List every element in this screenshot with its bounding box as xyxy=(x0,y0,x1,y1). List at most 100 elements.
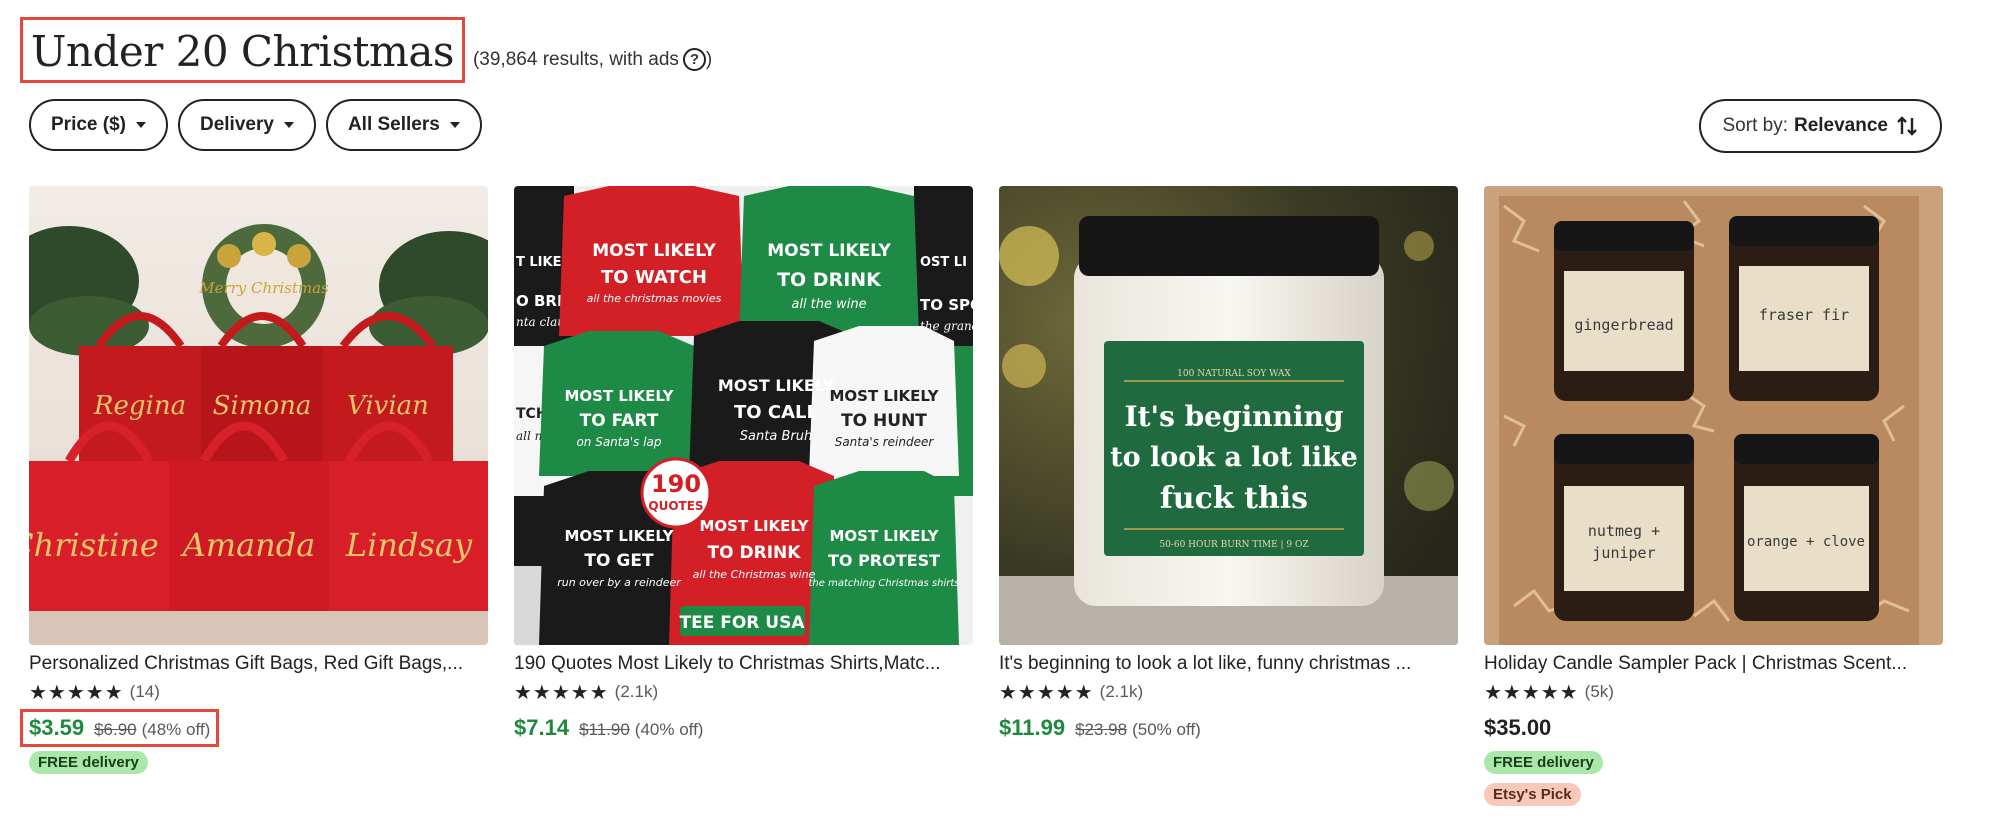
shirt-text: the matching Christmas shirts xyxy=(808,578,959,589)
shirt-text: TO GET xyxy=(584,551,654,571)
product-image[interactable]: T LIKELY O BRIBE nta claus TCH all night… xyxy=(514,186,973,645)
caret-down-icon xyxy=(449,122,460,128)
product-card[interactable]: 100 NATURAL SOY WAX It's beginning to lo… xyxy=(999,186,1458,806)
page-title: Under 20 Christmas xyxy=(31,27,454,76)
search-header: Under 20 Christmas (39,864 results, with… xyxy=(20,13,712,83)
candle-line-1: It's beginning xyxy=(1124,400,1343,433)
review-count: (2.1k) xyxy=(614,682,659,701)
shirt-text: TO SPO xyxy=(920,296,973,314)
sort-button[interactable]: Sort by: Relevance xyxy=(1698,99,1942,153)
shirt-text: MOST LIKELY xyxy=(592,241,716,261)
product-title[interactable]: Holiday Candle Sampler Pack | Christmas … xyxy=(1484,652,1943,676)
shirt-text: all the Christmas wine xyxy=(693,568,816,581)
results-close: ) xyxy=(705,48,713,70)
bag-name: Amanda xyxy=(180,526,316,564)
delivery-filter-label: Delivery xyxy=(199,114,274,135)
shirt-text: MOST LIKELY xyxy=(564,387,674,405)
original-price: $11.90 xyxy=(579,720,630,739)
product-image[interactable]: 100 NATURAL SOY WAX It's beginning to lo… xyxy=(999,186,1458,645)
candle-line-2: to look a lot like xyxy=(1110,442,1358,473)
jar-label: gingerbread xyxy=(1574,316,1673,334)
shirt-text: MOST LIKELY xyxy=(564,527,674,545)
caret-down-icon xyxy=(135,122,146,128)
sellers-filter-label: All Sellers xyxy=(347,114,440,135)
jar-label: fraser fir xyxy=(1759,306,1849,324)
product-image[interactable]: Merry Christmas Regina Simona Vivian hri… xyxy=(29,186,488,645)
price: $35.00 xyxy=(1484,715,1552,740)
star-rating-icon: ★★★★★ xyxy=(29,681,124,704)
product-rating: ★★★★★ (14) xyxy=(29,681,488,704)
bag-name: Christine xyxy=(29,526,159,564)
product-title[interactable]: It's beginning to look a lot like, funny… xyxy=(999,652,1458,676)
price-row: $11.99 $23.98 (50% off) xyxy=(990,709,1210,747)
star-rating-icon: ★★★★★ xyxy=(1484,681,1579,704)
jar-label: nutmeg + xyxy=(1588,522,1660,540)
shirt-text: MOST LIKELY xyxy=(767,241,891,261)
free-delivery-badge: FREE delivery xyxy=(1484,751,1603,774)
shirt-text: MOST LIKELY xyxy=(829,527,939,545)
jar-label: juniper xyxy=(1592,544,1655,562)
price-highlight-box: $3.59 $6.90 (48% off) xyxy=(20,709,220,747)
shirt-text: Santa Bruh xyxy=(740,429,812,444)
delivery-filter-button[interactable]: Delivery xyxy=(177,99,316,151)
bag-name: Lindsay xyxy=(345,526,473,564)
results-text: (39,864 results, with ads xyxy=(472,48,679,70)
price-filter-button[interactable]: Price ($) xyxy=(29,99,168,151)
help-icon[interactable]: ? xyxy=(682,48,706,71)
shirt-text: TO FART xyxy=(580,411,659,431)
brand-label: TEE FOR USA xyxy=(679,613,805,633)
discount-label: (48% off) xyxy=(141,720,211,739)
shirt-text: MOST LIKELY xyxy=(718,376,835,395)
shirt-text: TO DRINK xyxy=(708,543,802,563)
discount-label: (40% off) xyxy=(634,720,704,739)
shirt-text: on Santa's lap xyxy=(576,435,661,449)
shirt-text: TO HUNT xyxy=(841,411,927,431)
product-title[interactable]: 190 Quotes Most Likely to Christmas Shir… xyxy=(514,652,973,676)
shirt-text: run over by a reindeer xyxy=(557,576,682,589)
bag-name: Regina xyxy=(93,391,186,421)
product-rating: ★★★★★ (5k) xyxy=(1484,681,1943,704)
original-price: $23.98 xyxy=(1075,720,1128,739)
review-count: (14) xyxy=(129,682,160,701)
candle-line-3: fuck this xyxy=(1160,481,1308,516)
price-row: $7.14 $11.90 (40% off) xyxy=(505,709,712,747)
shirt-text: TO DRINK xyxy=(777,269,882,291)
quotes-badge-number: 190 xyxy=(651,470,701,498)
bag-name: Vivian xyxy=(347,391,429,421)
product-card[interactable]: Merry Christmas Regina Simona Vivian hri… xyxy=(20,186,488,806)
shirt-text: all the wine xyxy=(791,297,866,312)
shirt-text: TO WATCH xyxy=(601,267,707,288)
shirt-text: TO CALL xyxy=(734,402,818,423)
sort-value: Relevance xyxy=(1793,115,1888,136)
title-highlight-box: Under 20 Christmas xyxy=(20,17,465,83)
quotes-badge-word: QUOTES xyxy=(648,499,703,513)
shirt-text: Santa's reindeer xyxy=(835,435,935,449)
candle-label-bottom: 50-60 HOUR BURN TIME | 9 OZ xyxy=(1159,540,1308,550)
shirt-text: MOST LIKELY xyxy=(699,517,809,535)
shirt-text: TO PROTEST xyxy=(828,551,940,570)
free-delivery-badge: FREE delivery xyxy=(29,751,148,774)
price-row: $35.00 xyxy=(1475,709,1560,747)
product-rating: ★★★★★ (2.1k) xyxy=(514,681,973,704)
product-image[interactable]: gingerbread fraser fir nutmeg + juniper … xyxy=(1484,186,1943,645)
product-card[interactable]: T LIKELY O BRIBE nta claus TCH all night… xyxy=(514,186,973,806)
star-rating-icon: ★★★★★ xyxy=(999,681,1094,704)
sale-price: $3.59 xyxy=(29,715,85,740)
review-count: (2.1k) xyxy=(1099,682,1144,701)
sort-arrows-icon xyxy=(1897,116,1917,136)
shirt-text: OST LI xyxy=(920,255,967,270)
original-price: $6.90 xyxy=(94,720,137,739)
product-card[interactable]: gingerbread fraser fir nutmeg + juniper … xyxy=(1484,186,1943,806)
product-grid: Merry Christmas Regina Simona Vivian hri… xyxy=(20,186,1943,806)
sort-prefix: Sort by: xyxy=(1722,115,1788,136)
sale-price: $7.14 xyxy=(514,715,570,740)
product-title[interactable]: Personalized Christmas Gift Bags, Red Gi… xyxy=(29,652,488,676)
sellers-filter-button[interactable]: All Sellers xyxy=(325,99,482,151)
shirt-text: MOST LIKELY xyxy=(829,387,939,405)
results-count: (39,864 results, with ads ? ) xyxy=(473,48,712,71)
bag-name: Simona xyxy=(213,391,312,421)
sale-price: $11.99 xyxy=(999,715,1066,740)
product-rating: ★★★★★ (2.1k) xyxy=(999,681,1458,704)
candle-label-top: 100 NATURAL SOY WAX xyxy=(1177,369,1291,379)
price-filter-label: Price ($) xyxy=(51,114,126,135)
